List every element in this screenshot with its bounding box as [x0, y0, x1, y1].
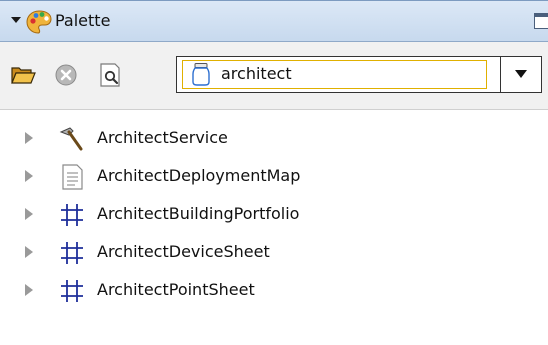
open-folder-icon[interactable] — [10, 62, 36, 88]
tree-item[interactable]: ArchitectBuildingPortfolio — [0, 196, 548, 234]
tree-item[interactable]: ArchitectDeploymentMap — [0, 158, 548, 196]
grid-icon — [61, 204, 83, 226]
grid-icon — [61, 242, 83, 264]
tree-item[interactable]: ArchitectPointSheet — [0, 272, 548, 310]
palette-panel: Palette architect ArchitectService Archi… — [0, 0, 548, 345]
grid-icon — [61, 280, 83, 302]
palette-toolbar: architect — [0, 42, 548, 110]
jar-icon — [192, 63, 210, 86]
expand-icon[interactable] — [24, 207, 34, 221]
close-palette-icon[interactable] — [53, 62, 79, 88]
module-select-value: architect — [221, 64, 292, 83]
expand-icon[interactable] — [24, 245, 34, 259]
tree-item-label: ArchitectService — [97, 128, 228, 147]
find-icon[interactable] — [97, 62, 123, 88]
tree-item[interactable]: ArchitectDeviceSheet — [0, 234, 548, 272]
panel-title: Palette — [55, 11, 111, 30]
palette-icon — [26, 10, 52, 34]
module-select-divider — [499, 57, 501, 92]
tree-item[interactable]: ArchitectService — [0, 120, 548, 158]
maximize-icon[interactable] — [534, 13, 548, 29]
chevron-down-icon[interactable] — [8, 12, 24, 28]
tree-item-label: ArchitectDeviceSheet — [97, 242, 270, 261]
expand-icon[interactable] — [24, 169, 34, 183]
expand-icon[interactable] — [24, 131, 34, 145]
module-select[interactable]: architect — [176, 56, 542, 93]
document-icon — [62, 164, 83, 190]
palette-header: Palette — [0, 0, 548, 42]
tree-item-label: ArchitectPointSheet — [97, 280, 255, 299]
dropdown-arrow-icon[interactable] — [513, 68, 529, 80]
tree-item-label: ArchitectBuildingPortfolio — [97, 204, 300, 223]
expand-icon[interactable] — [24, 283, 34, 297]
hammer-icon — [59, 127, 83, 151]
tree-item-label: ArchitectDeploymentMap — [97, 166, 301, 185]
